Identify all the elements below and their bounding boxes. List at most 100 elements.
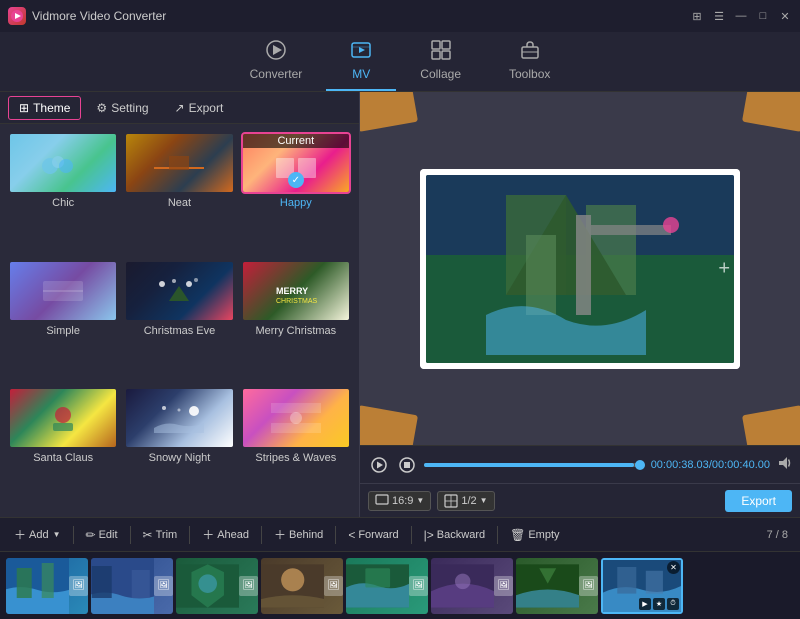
- main-area: ⊞ Theme ⚙ Setting ↗ Export Chic: [0, 92, 800, 517]
- clip-image-icon-2: 🖼: [154, 576, 173, 596]
- trim-label: Trim: [156, 529, 178, 541]
- clip-count: 7 / 8: [767, 529, 794, 541]
- behind-button[interactable]: ＋ Behind: [266, 523, 331, 546]
- ratio-select[interactable]: 16:9 ▼: [368, 491, 431, 511]
- play-button[interactable]: [368, 454, 390, 476]
- timeline-clip-1[interactable]: 🖼: [6, 558, 88, 614]
- trim-button[interactable]: ✂ Trim: [135, 525, 186, 545]
- close-button[interactable]: ✕: [778, 9, 792, 23]
- timeline: 🖼 🖼 🖼: [0, 551, 800, 619]
- preview-image: [426, 175, 734, 363]
- theme-santa-claus-thumb: [8, 387, 118, 449]
- mv-icon: [350, 39, 372, 64]
- theme-christmas-eve[interactable]: Christmas Eve: [124, 260, 234, 382]
- title-bar-controls: ⊞ ☰ — □ ✕: [690, 9, 792, 23]
- subtab-export[interactable]: ↗ Export: [164, 96, 235, 120]
- right-panel: + 00:00:38.03/00:00:40.00: [360, 92, 800, 517]
- timeline-clip-3[interactable]: 🖼: [176, 558, 258, 614]
- trim-icon: ✂: [143, 528, 153, 542]
- theme-chic[interactable]: Chic: [8, 132, 118, 254]
- clip-star-icon[interactable]: ★: [653, 598, 665, 610]
- clip-image-icon-1: 🖼: [69, 576, 88, 596]
- edit-icon: ✏: [86, 528, 96, 542]
- resolution-select[interactable]: 1/2 ▼: [437, 491, 494, 511]
- clip-image-icon-5: 🖼: [409, 576, 428, 596]
- clip-play-icon[interactable]: ▶: [639, 598, 651, 610]
- theme-santa-claus[interactable]: Santa Claus: [8, 387, 118, 509]
- subtab-theme[interactable]: ⊞ Theme: [8, 96, 81, 120]
- theme-santa-claus-label: Santa Claus: [33, 452, 93, 464]
- stop-button[interactable]: [396, 454, 418, 476]
- theme-happy[interactable]: Current ✓ Happy: [241, 132, 351, 254]
- time-current: 00:00:38.03: [651, 459, 709, 471]
- resolution-dropdown-icon: ▼: [480, 496, 488, 505]
- divider-4: [261, 526, 262, 544]
- preview-plus-icon: +: [718, 257, 730, 280]
- app-title: Vidmore Video Converter: [32, 9, 166, 23]
- empty-button[interactable]: 🗑 Empty: [502, 525, 567, 545]
- watermark-br: [742, 405, 800, 445]
- timeline-clip-8[interactable]: 00:01 ▶ ★ ⏱ ✕: [601, 558, 683, 614]
- clip-thumb-4: 🖼: [261, 558, 343, 614]
- theme-simple-label: Simple: [46, 325, 80, 337]
- forward-label: Forward: [358, 529, 398, 541]
- add-label: Add: [29, 529, 49, 541]
- add-icon: ＋: [14, 526, 26, 543]
- tab-toolbox[interactable]: Toolbox: [485, 33, 574, 91]
- nav-tabs: Converter MV Collage Toolbox: [0, 32, 800, 92]
- menu-icon[interactable]: ☰: [712, 9, 726, 23]
- clip-overlay-8: ▶ ★ ⏱: [639, 598, 679, 610]
- clip-close-8[interactable]: ✕: [667, 561, 680, 574]
- theme-stripes-waves-label: Stripes & Waves: [255, 452, 336, 464]
- clip-image-icon-6: 🖼: [494, 576, 513, 596]
- ahead-icon: ＋: [202, 526, 214, 543]
- resolution-label: 1/2: [461, 495, 476, 507]
- timeline-clip-2[interactable]: 🖼: [91, 558, 173, 614]
- clip-image-icon-3: 🖼: [239, 576, 258, 596]
- screen-icon[interactable]: ⊞: [690, 9, 704, 23]
- converter-icon: [265, 39, 287, 64]
- timeline-clip-4[interactable]: 🖼: [261, 558, 343, 614]
- progress-knob[interactable]: [635, 460, 645, 470]
- backward-label: Backward: [437, 529, 485, 541]
- subtab-setting[interactable]: ⚙ Setting: [85, 96, 159, 120]
- clip-clock-icon[interactable]: ⏱: [667, 598, 679, 610]
- export-arrow-icon: ↗: [175, 101, 185, 115]
- progress-bar[interactable]: [424, 463, 645, 467]
- theme-merry-christmas[interactable]: MERRY CHRISTMAS Merry Christmas: [241, 260, 351, 382]
- left-panel: ⊞ Theme ⚙ Setting ↗ Export Chic: [0, 92, 360, 517]
- theme-stripes-waves[interactable]: Stripes & Waves: [241, 387, 351, 509]
- backward-button[interactable]: |> Backward: [416, 525, 493, 545]
- tab-converter-label: Converter: [250, 67, 303, 81]
- ahead-label: Ahead: [217, 529, 249, 541]
- tab-mv[interactable]: MV: [326, 33, 396, 91]
- svg-text:CHRISTMAS: CHRISTMAS: [276, 298, 318, 305]
- tab-converter[interactable]: Converter: [226, 33, 327, 91]
- ahead-button[interactable]: ＋ Ahead: [194, 523, 257, 546]
- export-button[interactable]: Export: [725, 490, 792, 512]
- tab-collage[interactable]: Collage: [396, 33, 485, 91]
- forward-button[interactable]: < Forward: [340, 525, 406, 545]
- watermark-tl: [360, 92, 418, 132]
- format-bar: 16:9 ▼ 1/2 ▼ Export: [360, 483, 800, 517]
- add-button[interactable]: ＋ Add ▼: [6, 523, 69, 546]
- edit-button[interactable]: ✏ Edit: [78, 525, 126, 545]
- theme-happy-thumb: Current ✓: [241, 132, 351, 194]
- minimize-button[interactable]: —: [734, 9, 748, 23]
- timeline-clip-7[interactable]: 🖼: [516, 558, 598, 614]
- theme-chic-thumb: [8, 132, 118, 194]
- subtab-export-label: Export: [189, 101, 224, 115]
- clip-thumb-3: 🖼: [176, 558, 258, 614]
- theme-neat[interactable]: Neat: [124, 132, 234, 254]
- volume-icon[interactable]: [776, 455, 792, 474]
- preview-area: +: [360, 92, 800, 445]
- progress-fill: [424, 463, 634, 467]
- theme-simple[interactable]: Simple: [8, 260, 118, 382]
- theme-snowy-night[interactable]: Snowy Night: [124, 387, 234, 509]
- timeline-clip-6[interactable]: 🖼: [431, 558, 513, 614]
- maximize-button[interactable]: □: [756, 9, 770, 23]
- collage-icon: [430, 39, 452, 64]
- timeline-clip-5[interactable]: 🖼: [346, 558, 428, 614]
- tab-mv-label: MV: [352, 67, 370, 81]
- divider-3: [189, 526, 190, 544]
